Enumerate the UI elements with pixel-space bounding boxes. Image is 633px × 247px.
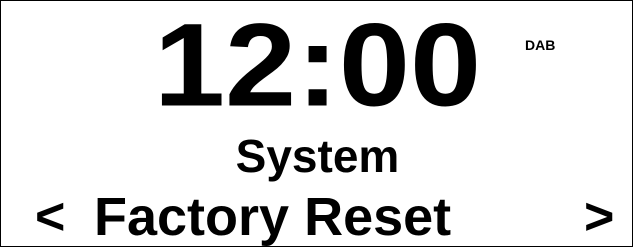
menu-title: System <box>235 130 400 182</box>
menu-selector-row: < Factory Reset > <box>1 187 632 246</box>
next-item-arrow[interactable]: > <box>584 187 614 246</box>
selected-menu-item[interactable]: Factory Reset <box>94 187 451 246</box>
source-badge: DAB <box>525 37 556 53</box>
previous-item-arrow[interactable]: < <box>35 187 65 246</box>
clock-time: 12:00 <box>153 0 482 132</box>
radio-display-screen: 12:00 DAB System < Factory Reset > <box>0 0 633 247</box>
